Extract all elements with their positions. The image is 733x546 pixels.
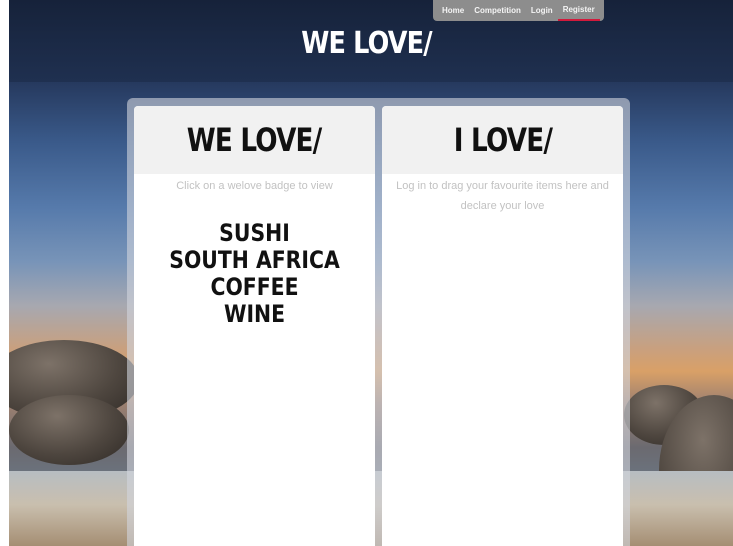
we-love-item-coffee[interactable]: COFFEE <box>152 274 357 301</box>
page: Home Competition Login Register WE LOVE/… <box>0 0 733 546</box>
i-love-hint: Log in to drag your favourite items here… <box>396 180 609 212</box>
we-love-heading: WE LOVE/ <box>187 121 322 159</box>
we-love-list: SUSHI SOUTH AFRICA COFFEE WINE <box>134 220 375 328</box>
we-love-item-south-africa[interactable]: SOUTH AFRICA <box>152 247 357 274</box>
nav-competition-link[interactable]: Competition <box>469 0 526 21</box>
we-love-panel: WE LOVE/ Click on a welove badge to view… <box>134 106 375 546</box>
i-love-heading: I LOVE/ <box>453 121 552 159</box>
we-love-item-sushi[interactable]: SUSHI <box>152 220 357 247</box>
we-love-panel-header: WE LOVE/ <box>134 106 375 174</box>
site-title: WE LOVE/ <box>301 26 432 61</box>
i-love-panel-header: I LOVE/ <box>382 106 623 174</box>
nav-login-link[interactable]: Login <box>526 0 558 21</box>
we-love-hint: Click on a welove badge to view <box>176 180 333 192</box>
nav-register-link[interactable]: Register <box>557 0 600 21</box>
we-love-item-wine[interactable]: WINE <box>152 301 357 328</box>
background-rock <box>9 395 129 465</box>
top-navigation: Home Competition Login Register <box>433 0 604 21</box>
nav-home-link[interactable]: Home <box>437 0 469 21</box>
i-love-panel[interactable]: I LOVE/ Log in to drag your favourite it… <box>382 106 623 546</box>
